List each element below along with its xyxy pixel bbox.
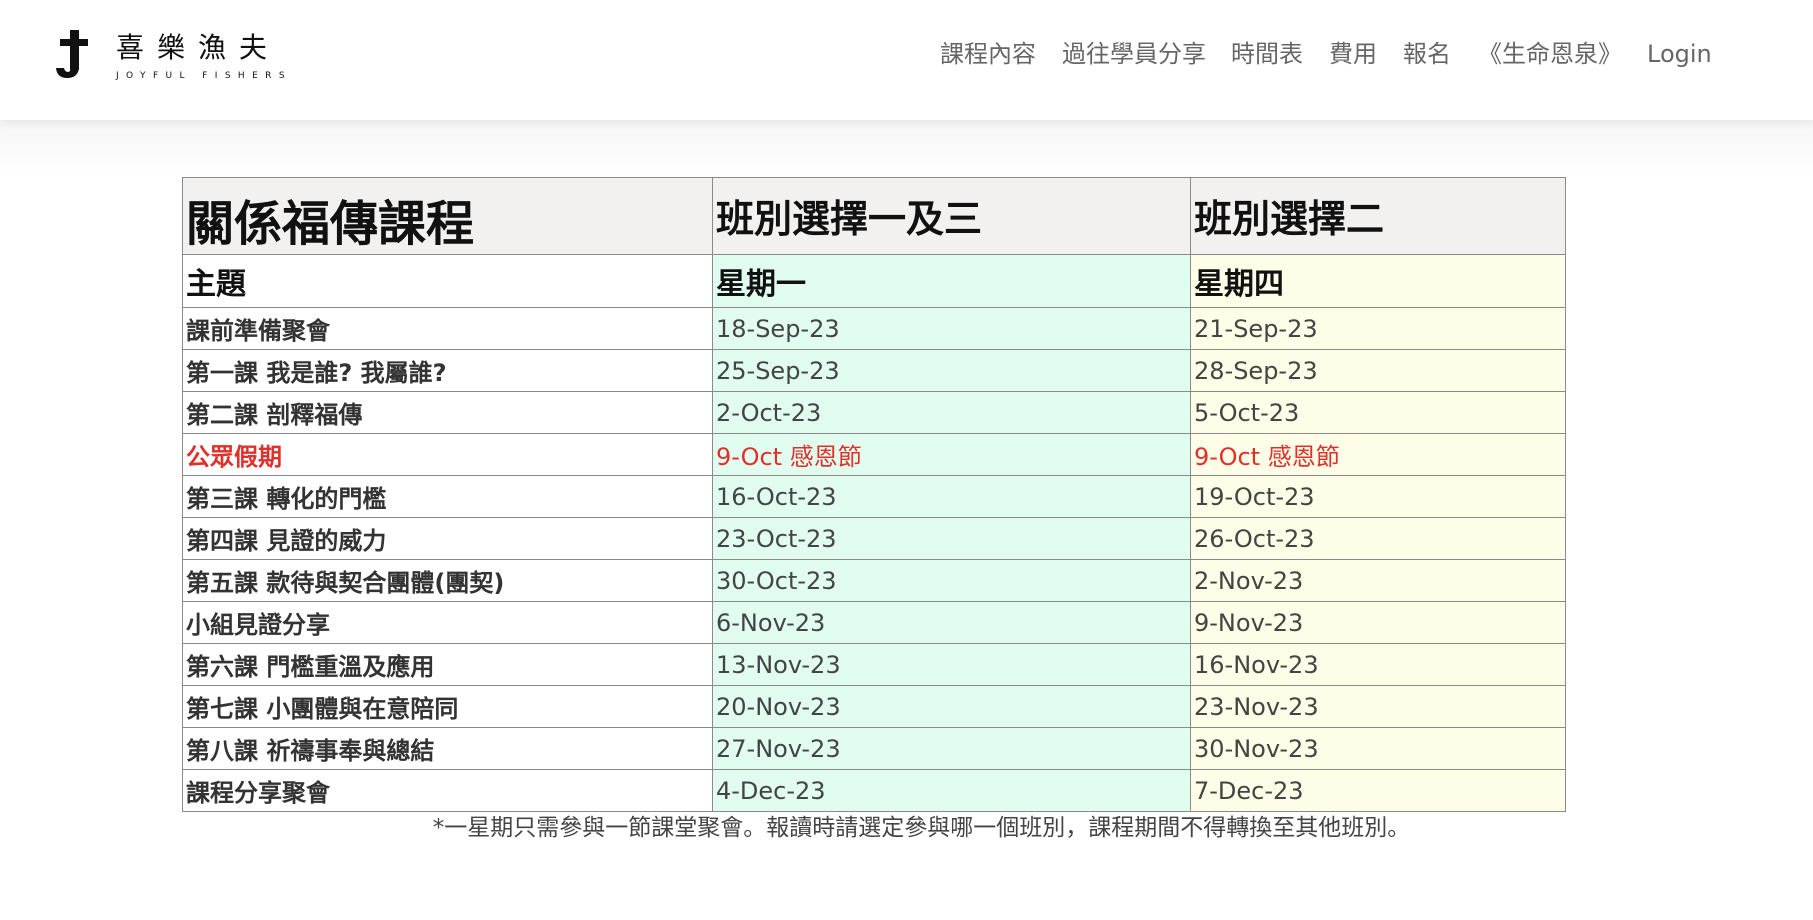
topic-cell: 小組見證分享: [182, 601, 713, 644]
monday-date-cell: 23-Oct-23: [712, 517, 1191, 560]
course-schedule-table: 關係福傳課程 班別選擇一及三 班別選擇二 主題 星期一 星期四 課前準備聚會 18…: [182, 177, 1566, 812]
thursday-header: 星期四: [1190, 254, 1566, 308]
nav-life-spring[interactable]: 《生命恩泉》: [1478, 36, 1622, 72]
table-row: 第七課 小團體與在意陪同 20-Nov-23 23-Nov-23: [182, 685, 1566, 728]
thursday-date-cell: 28-Sep-23: [1190, 349, 1566, 392]
table-row: 第六課 門檻重溫及應用 13-Nov-23 16-Nov-23: [182, 643, 1566, 686]
table-row: 第五課 款待與契合團體(團契) 30-Oct-23 2-Nov-23: [182, 559, 1566, 602]
table-row: 小組見證分享 6-Nov-23 9-Nov-23: [182, 601, 1566, 644]
site-header: 喜樂漁夫 JOYFUL FISHERS 課程內容 過往學員分享 時間表 費用 報…: [0, 0, 1813, 120]
cross-hook-logo-icon: [56, 30, 88, 78]
monday-date-cell: 4-Dec-23: [712, 769, 1191, 812]
brand-name-cn: 喜樂漁夫: [116, 31, 281, 64]
monday-date-cell: 16-Oct-23: [712, 475, 1191, 518]
nav-course-content[interactable]: 課程內容: [940, 36, 1036, 72]
table-row: 第四課 見證的威力 23-Oct-23 26-Oct-23: [182, 517, 1566, 560]
class-option-2-header: 班別選擇二: [1190, 177, 1566, 255]
nav-fees[interactable]: 費用: [1329, 36, 1377, 72]
thursday-date-cell: 19-Oct-23: [1190, 475, 1566, 518]
topic-cell: 第三課 轉化的門檻: [182, 475, 713, 518]
thursday-date-cell: 9-Nov-23: [1190, 601, 1566, 644]
monday-header: 星期一: [712, 254, 1191, 308]
thursday-date-cell: 23-Nov-23: [1190, 685, 1566, 728]
table-row: 第三課 轉化的門檻 16-Oct-23 19-Oct-23: [182, 475, 1566, 518]
monday-date-cell: 25-Sep-23: [712, 349, 1191, 392]
nav-register[interactable]: 報名: [1403, 36, 1451, 72]
topic-header: 主題: [182, 254, 713, 308]
thursday-date-cell: 16-Nov-23: [1190, 643, 1566, 686]
topic-cell: 第四課 見證的威力: [182, 517, 713, 560]
topic-cell: 公眾假期: [182, 433, 713, 476]
table-row: 第二課 剖釋福傳 2-Oct-23 5-Oct-23: [182, 391, 1566, 434]
table-row: 第八課 祈禱事奉與總結 27-Nov-23 30-Nov-23: [182, 727, 1566, 770]
monday-date-cell: 20-Nov-23: [712, 685, 1191, 728]
course-title: 關係福傳課程: [182, 177, 713, 255]
topic-cell: 第八課 祈禱事奉與總結: [182, 727, 713, 770]
thursday-date-cell: 30-Nov-23: [1190, 727, 1566, 770]
monday-date-cell: 6-Nov-23: [712, 601, 1191, 644]
table-row: 第一課 我是誰? 我屬誰? 25-Sep-23 28-Sep-23: [182, 349, 1566, 392]
class-option-1-3-header: 班別選擇一及三: [712, 177, 1191, 255]
topic-cell: 課程分享聚會: [182, 769, 713, 812]
topic-cell: 第七課 小團體與在意陪同: [182, 685, 713, 728]
topic-cell: 第五課 款待與契合團體(團契): [182, 559, 713, 602]
brand-name-en: JOYFUL FISHERS: [116, 71, 292, 81]
thursday-date-cell: 7-Dec-23: [1190, 769, 1566, 812]
site-logo[interactable]: 喜樂漁夫 JOYFUL FISHERS: [54, 30, 292, 82]
table-row: 課前準備聚會 18-Sep-23 21-Sep-23: [182, 307, 1566, 350]
table-row: 公眾假期 9-Oct 感恩節 9-Oct 感恩節: [182, 433, 1566, 476]
topic-cell: 第一課 我是誰? 我屬誰?: [182, 349, 713, 392]
thursday-date-cell: 26-Oct-23: [1190, 517, 1566, 560]
nav-timetable[interactable]: 時間表: [1231, 36, 1303, 72]
monday-date-cell: 18-Sep-23: [712, 307, 1191, 350]
monday-date-cell: 9-Oct 感恩節: [712, 433, 1191, 476]
topic-cell: 課前準備聚會: [182, 307, 713, 350]
thursday-date-cell: 9-Oct 感恩節: [1190, 433, 1566, 476]
topic-cell: 第六課 門檻重溫及應用: [182, 643, 713, 686]
table-title-row: 關係福傳課程 班別選擇一及三 班別選擇二: [182, 177, 1566, 255]
thursday-date-cell: 2-Nov-23: [1190, 559, 1566, 602]
monday-date-cell: 30-Oct-23: [712, 559, 1191, 602]
monday-date-cell: 13-Nov-23: [712, 643, 1191, 686]
thursday-date-cell: 21-Sep-23: [1190, 307, 1566, 350]
nav-login[interactable]: Login: [1647, 36, 1712, 72]
monday-date-cell: 2-Oct-23: [712, 391, 1191, 434]
monday-date-cell: 27-Nov-23: [712, 727, 1191, 770]
day-header-row: 主題 星期一 星期四: [182, 254, 1566, 308]
table-row: 課程分享聚會 4-Dec-23 7-Dec-23: [182, 769, 1566, 812]
thursday-date-cell: 5-Oct-23: [1190, 391, 1566, 434]
schedule-note: *一星期只需參與一節課堂聚會。報讀時請選定參與哪一個班別，課程期間不得轉換至其他…: [432, 815, 1411, 841]
header-shadow-band: [0, 120, 1813, 180]
topic-cell: 第二課 剖釋福傳: [182, 391, 713, 434]
nav-past-sharing[interactable]: 過往學員分享: [1062, 36, 1206, 72]
